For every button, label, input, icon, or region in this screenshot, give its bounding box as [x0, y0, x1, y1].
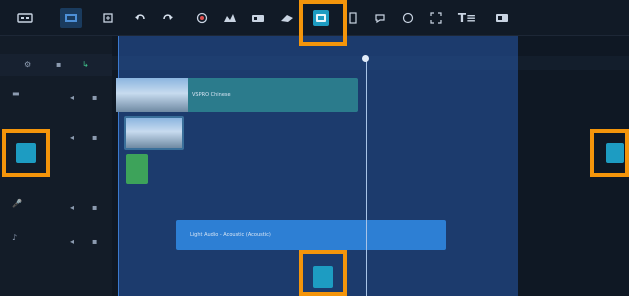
video-track-header: ▬ ◂ ▪	[0, 82, 112, 110]
music-mute-icon[interactable]: ▪	[92, 238, 97, 246]
title-clip[interactable]	[126, 154, 148, 184]
overlay-clip[interactable]	[124, 116, 184, 150]
title-icon[interactable]: T≡	[456, 8, 478, 28]
highlight-left	[2, 129, 50, 177]
track-visibility-icon[interactable]: ◂	[70, 94, 74, 102]
sound-mixer-icon[interactable]	[222, 8, 238, 28]
fullscreen-icon[interactable]	[428, 8, 444, 28]
playhead-line[interactable]	[366, 56, 367, 296]
chapter-icon[interactable]	[494, 8, 510, 28]
video-editor-window: T≡ ⚙ ▪ ↳ ▬ ◂ ▪ ◂ ▪ 🎤 ◂ ▪ ♪ ◂ ▪ VSPRO Chi…	[0, 0, 629, 296]
track-manager-icon[interactable]: ⚙	[24, 61, 31, 69]
highlight-top	[299, 0, 347, 46]
storyboard-view-icon[interactable]	[14, 8, 36, 28]
auto-music-icon[interactable]	[250, 8, 266, 28]
overlay-clip-thumbnail	[126, 118, 182, 148]
record-capture-icon[interactable]	[194, 8, 210, 28]
video-track-icon: ▬	[12, 89, 20, 98]
undo-icon[interactable]	[132, 8, 148, 28]
audio-clip[interactable]: Light Audio - Acoustic (Acoustic)	[176, 220, 446, 250]
highlight-right	[590, 129, 629, 177]
lock-icon[interactable]: ▪	[56, 61, 61, 69]
track-controls-bar: ⚙ ▪ ↳	[0, 54, 112, 76]
voice-track-icon: 🎤	[12, 199, 22, 208]
redo-icon[interactable]	[160, 8, 176, 28]
video-clip-label: VSPRO Chinese	[192, 92, 231, 98]
audio-clip-label: Light Audio - Acoustic (Acoustic)	[190, 232, 271, 238]
highlight-bottom	[299, 250, 347, 296]
voice-mute-icon[interactable]: ▪	[92, 204, 97, 212]
overlay-mute-icon[interactable]: ▪	[92, 134, 97, 142]
music-track-icon: ♪	[12, 233, 18, 242]
motion-tracking-icon[interactable]	[278, 8, 296, 28]
music-visibility-icon[interactable]: ◂	[70, 238, 74, 246]
music-track-header: ♪ ◂ ▪	[0, 226, 112, 254]
track-mute-icon[interactable]: ▪	[92, 94, 97, 102]
video-clip-thumbnail	[116, 78, 188, 112]
bottom-subtitle-icon[interactable]	[313, 266, 333, 288]
right-subtitle-icon[interactable]	[606, 143, 624, 163]
mask-icon[interactable]	[372, 8, 388, 28]
settings-icon[interactable]	[100, 8, 116, 28]
voice-track-header: 🎤 ◂ ▪	[0, 194, 112, 222]
shape-icon[interactable]	[400, 8, 416, 28]
timeline-view-icon[interactable]	[60, 8, 82, 28]
voice-visibility-icon[interactable]: ◂	[70, 204, 74, 212]
playhead-handle[interactable]	[362, 55, 369, 62]
bottom-status-bar	[0, 284, 112, 296]
ripple-edit-icon[interactable]: ↳	[82, 61, 89, 69]
overlay-visibility-icon[interactable]: ◂	[70, 134, 74, 142]
left-subtitle-icon[interactable]	[16, 143, 36, 163]
multi-trim-icon[interactable]	[346, 8, 360, 28]
video-clip[interactable]: VSPRO Chinese	[116, 78, 358, 112]
